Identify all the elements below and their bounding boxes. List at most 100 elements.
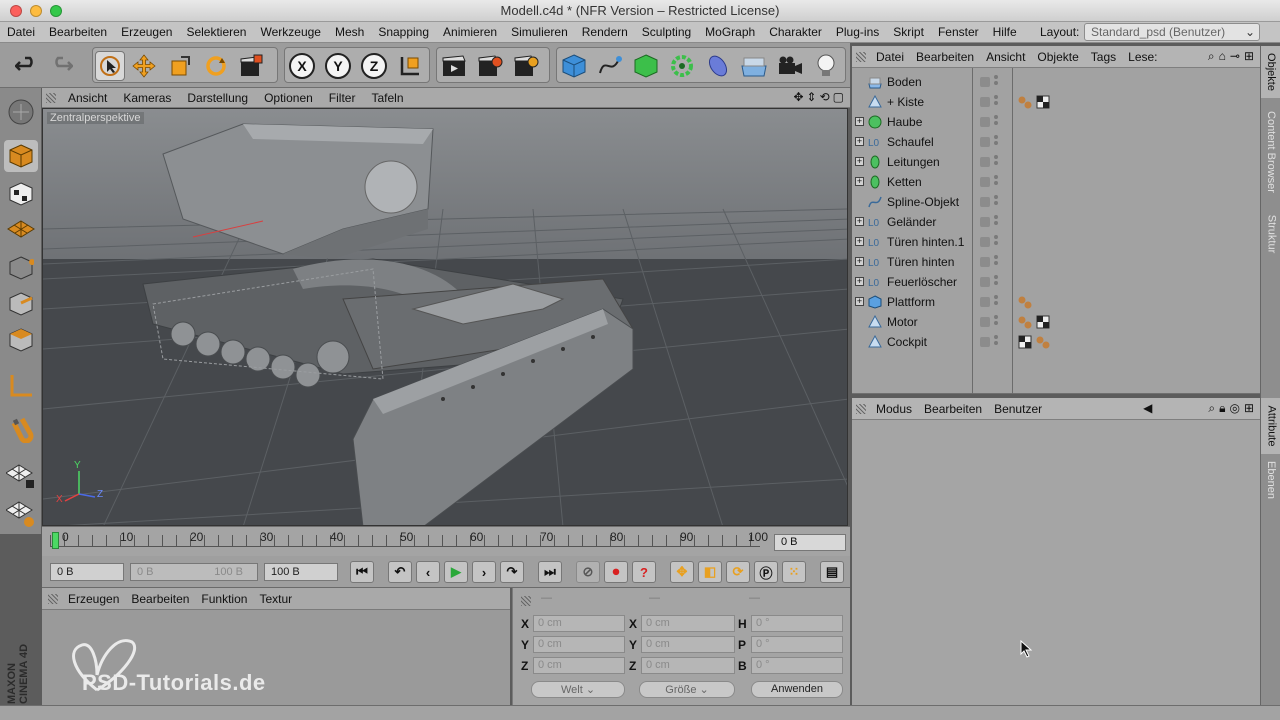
make-editable-button[interactable]: [4, 96, 38, 128]
object-row-tueren-hinten-1[interactable]: + L0 Türen hinten.1: [852, 232, 1260, 252]
object-row-leitungen[interactable]: + Leitungen: [852, 152, 1260, 172]
checker-tag-icon[interactable]: [1036, 315, 1050, 329]
expand-toggle[interactable]: +: [855, 177, 864, 186]
editor-render-dots[interactable]: [994, 235, 998, 247]
rotation-h-field[interactable]: 0 °: [751, 615, 843, 632]
menu-plugins[interactable]: Plug-ins: [829, 25, 886, 39]
viewport-menu-optionen[interactable]: Optionen: [256, 91, 321, 105]
key-position-button[interactable]: ✥: [670, 561, 694, 583]
viewport-menu-kameras[interactable]: Kameras: [115, 91, 179, 105]
material-tag-icon[interactable]: [1036, 335, 1050, 349]
menu-fenster[interactable]: Fenster: [931, 25, 986, 39]
editor-render-dots[interactable]: [994, 315, 998, 327]
key-scale-button[interactable]: ◧: [698, 561, 722, 583]
orbit-view-icon[interactable]: ⟲: [820, 90, 830, 104]
material-menu-funktion[interactable]: Funktion: [195, 592, 253, 606]
menu-mesh[interactable]: Mesh: [328, 25, 371, 39]
scale-tool-button[interactable]: [165, 51, 195, 81]
array-generator-button[interactable]: [667, 51, 697, 81]
expand-toggle[interactable]: +: [855, 217, 864, 226]
layout-select[interactable]: Standard_psd (Benutzer) ⌄: [1084, 23, 1260, 41]
visibility-toggle[interactable]: [980, 157, 990, 167]
axis-mode-button[interactable]: [4, 370, 38, 402]
edge-mode-button[interactable]: [4, 288, 38, 320]
expand-toggle[interactable]: +: [855, 157, 864, 166]
object-row-feuerloescher[interactable]: + L0 Feuerlöscher: [852, 272, 1260, 292]
position-z-field[interactable]: 0 cm: [533, 657, 625, 674]
apply-button[interactable]: Anwenden: [751, 681, 843, 698]
scene-floor-button[interactable]: [739, 51, 769, 81]
workplane-lock-button[interactable]: [4, 460, 38, 492]
target-icon[interactable]: ◎: [1229, 401, 1239, 416]
material-tag-icon[interactable]: [1018, 95, 1032, 109]
previous-key-button[interactable]: ↶: [388, 561, 412, 583]
timeline-ruler[interactable]: 0 10 20 30 40 50 60 70 80 90 100 0 B: [42, 526, 850, 556]
expand-toggle[interactable]: +: [855, 297, 864, 306]
visibility-toggle[interactable]: [980, 277, 990, 287]
attribute-menu-modus[interactable]: Modus: [870, 402, 918, 416]
checker-tag-icon[interactable]: [1018, 335, 1032, 349]
position-x-field[interactable]: 0 cm: [533, 615, 625, 632]
tab-struktur[interactable]: Struktur: [1261, 206, 1280, 262]
object-row-ketten[interactable]: + Ketten: [852, 172, 1260, 192]
workplane-mode-button[interactable]: [4, 214, 38, 246]
search-icon[interactable]: ⌕: [1208, 401, 1215, 416]
viewport-menu-darstellung[interactable]: Darstellung: [179, 91, 256, 105]
visibility-toggle[interactable]: [980, 97, 990, 107]
editor-render-dots[interactable]: [994, 95, 998, 107]
object-row-motor[interactable]: Motor: [852, 312, 1260, 332]
attribute-menu-bearbeiten[interactable]: Bearbeiten: [918, 402, 988, 416]
lock-icon[interactable]: 🔒︎: [1219, 401, 1225, 416]
visibility-toggle[interactable]: [980, 237, 990, 247]
z-axis-lock-button[interactable]: Z: [359, 51, 389, 81]
next-frame-button[interactable]: ›: [472, 561, 496, 583]
visibility-toggle[interactable]: [980, 297, 990, 307]
undo-button[interactable]: [12, 50, 42, 80]
tab-attribute[interactable]: Attribute: [1261, 398, 1280, 454]
tab-objekte[interactable]: Objekte: [1261, 46, 1280, 98]
rotation-p-field[interactable]: 0 °: [751, 636, 843, 653]
new-panel-icon[interactable]: ⊞: [1244, 401, 1254, 416]
panel-grip-icon[interactable]: [48, 594, 58, 604]
panel-grip-icon[interactable]: [856, 52, 866, 62]
current-frame-field[interactable]: 0 B: [774, 534, 846, 551]
model-mode-button[interactable]: [4, 140, 38, 172]
editor-render-dots[interactable]: [994, 195, 998, 207]
editor-render-dots[interactable]: [994, 155, 998, 167]
editor-render-dots[interactable]: [994, 275, 998, 287]
visibility-toggle[interactable]: [980, 77, 990, 87]
rotate-tool-button[interactable]: [201, 51, 231, 81]
object-menu-bearbeiten[interactable]: Bearbeiten: [910, 50, 980, 64]
recent-tools-button[interactable]: [237, 51, 267, 81]
key-pla-button[interactable]: ⁙: [782, 561, 806, 583]
new-panel-icon[interactable]: ⊞: [1244, 49, 1254, 64]
object-menu-lesezeichen[interactable]: Lese:: [1122, 50, 1163, 64]
end-frame-field[interactable]: 100 B: [264, 563, 338, 581]
editor-render-dots[interactable]: [994, 135, 998, 147]
size-y-field[interactable]: 0 cm: [641, 636, 735, 653]
render-view-button[interactable]: [439, 51, 469, 81]
tab-content-browser[interactable]: Content Browser: [1261, 100, 1280, 204]
play-button[interactable]: ▶: [444, 561, 468, 583]
redo-button[interactable]: [46, 50, 76, 80]
expand-toggle[interactable]: +: [855, 277, 864, 286]
menu-simulieren[interactable]: Simulieren: [504, 25, 575, 39]
deformer-button[interactable]: [703, 51, 733, 81]
nurbs-generator-button[interactable]: [631, 51, 661, 81]
menu-sculpting[interactable]: Sculpting: [635, 25, 698, 39]
start-frame-field[interactable]: 0 B: [50, 563, 124, 581]
home-icon[interactable]: ⌂: [1219, 49, 1226, 64]
go-to-start-button[interactable]: ⏮: [350, 561, 374, 583]
key-rotation-button[interactable]: ⟳: [726, 561, 750, 583]
menu-animieren[interactable]: Animieren: [436, 25, 504, 39]
point-mode-button[interactable]: [4, 252, 38, 284]
menu-bearbeiten[interactable]: Bearbeiten: [42, 25, 114, 39]
visibility-toggle[interactable]: [980, 217, 990, 227]
visibility-toggle[interactable]: [980, 137, 990, 147]
object-menu-tags[interactable]: Tags: [1085, 50, 1122, 64]
y-axis-lock-button[interactable]: Y: [323, 51, 353, 81]
attribute-manager-area[interactable]: [852, 420, 1260, 705]
live-selection-button[interactable]: [95, 51, 125, 81]
menu-rendern[interactable]: Rendern: [575, 25, 635, 39]
visibility-toggle[interactable]: [980, 117, 990, 127]
